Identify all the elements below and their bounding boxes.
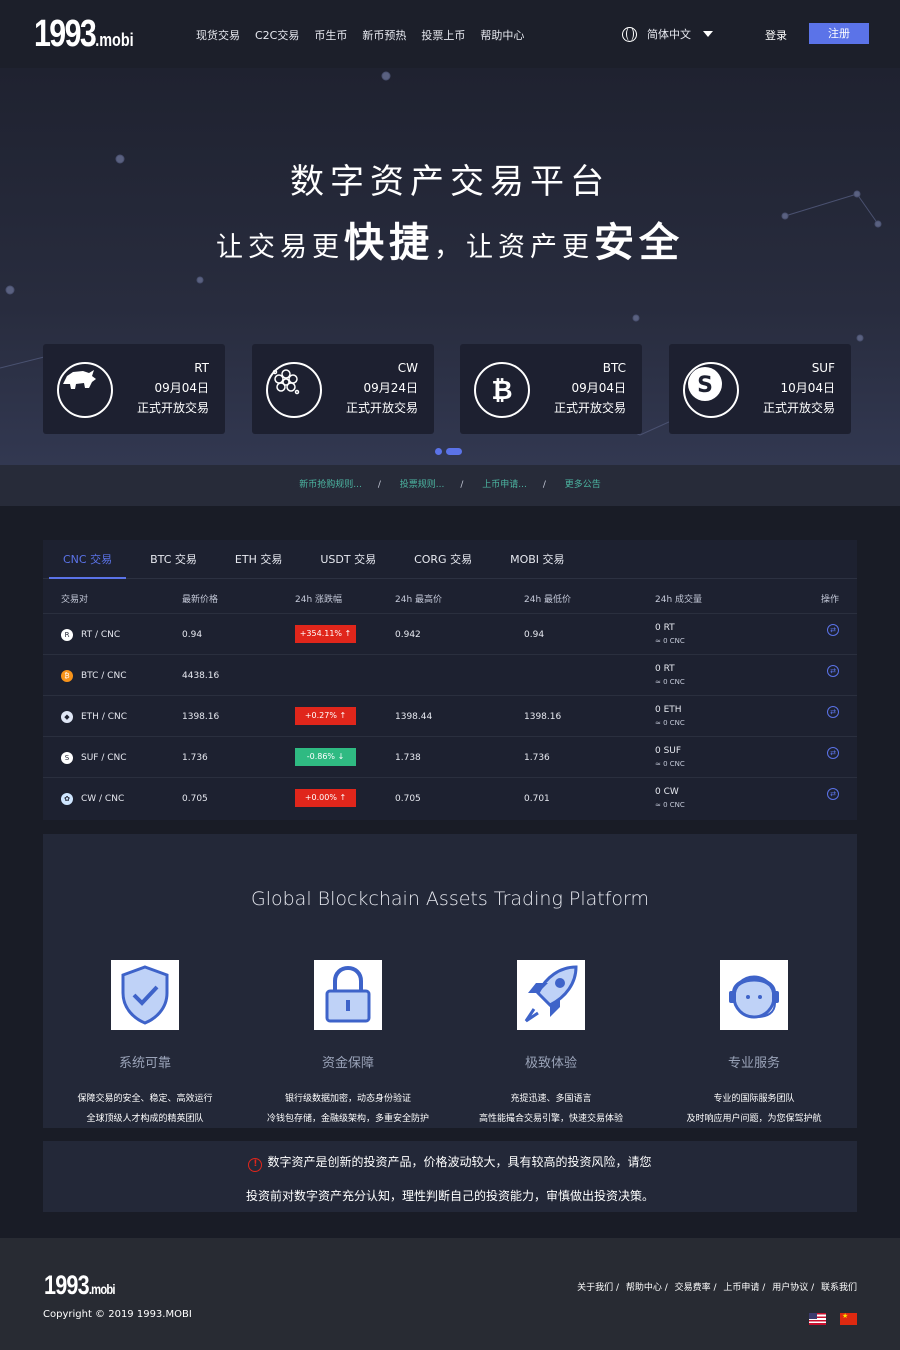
launch-card-suf[interactable]: S SUF 10月04日 正式开放交易 [669, 344, 851, 434]
footer-link-contact[interactable]: 联系我们 [821, 1283, 857, 1293]
features-title: Global Blockchain Assets Trading Platfor… [250, 888, 650, 910]
carousel-dot-1[interactable] [435, 448, 442, 455]
change-badge: +0.00% ↑ [295, 789, 356, 807]
site-logo[interactable]: 1993.mobi [34, 14, 134, 60]
risk-warning: ! 数字资产是创新的投资产品，价格波动较大，具有较高的投资风险，请您 投资前对数字… [43, 1141, 857, 1212]
table-row[interactable]: R RT / CNC 0.94 +354.11% ↑ 0.942 0.94 0 … [43, 614, 857, 655]
chevron-down-icon [703, 31, 713, 37]
main-nav: 现货交易 C2C交易 币生币 新币预热 投票上币 帮助中心 [196, 27, 539, 43]
announcement-bar: 新币抢购规则... / 投票规则... / 上币申请... / 更多公告 [0, 465, 900, 506]
footer-links: 关于我们 / 帮助中心 / 交易费率 / 上币申请 / 用户协议 / 联系我们 [577, 1283, 857, 1293]
announcement-vote-rules[interactable]: 投票规则... [400, 480, 445, 490]
footer-link-fees[interactable]: 交易费率 [675, 1283, 711, 1293]
change-badge: +354.11% ↑ [295, 625, 356, 643]
table-row[interactable]: ₿ BTC / CNC 4438.16 0 RT ≈ 0 CNC ⇄ [43, 655, 857, 696]
tab-eth[interactable]: ETH 交易 [221, 540, 296, 578]
footer-link-agreement[interactable]: 用户协议 [772, 1283, 808, 1293]
language-selector[interactable]: 简体中文 [622, 26, 713, 42]
nav-vote-listing[interactable]: 投票上币 [421, 27, 465, 43]
bitcoin-icon: ₿ [474, 362, 530, 418]
flower-icon [266, 362, 322, 418]
tab-usdt[interactable]: USDT 交易 [306, 540, 390, 578]
launch-card-btc[interactable]: ₿ BTC 09月04日 正式开放交易 [460, 344, 642, 434]
footer: 1993.mobi Copyright © 2019 1993.MOBI 关于我… [0, 1238, 900, 1350]
top-header: 1993.mobi 现货交易 C2C交易 币生币 新币预热 投票上币 帮助中心 … [0, 0, 900, 68]
carousel-dot-2[interactable] [446, 448, 462, 455]
footer-link-help[interactable]: 帮助中心 [626, 1283, 662, 1293]
market-table: CNC 交易 BTC 交易 ETH 交易 USDT 交易 CORG 交易 MOB… [43, 540, 857, 820]
us-flag-icon[interactable] [809, 1313, 826, 1325]
feature-experience: 极致体验 充提迅速、多国语言 高性能撮合交易引擎，快速交易体验 [451, 960, 651, 1129]
nav-help-center[interactable]: 帮助中心 [480, 27, 524, 43]
copyright: Copyright © 2019 1993.MOBI [43, 1309, 192, 1320]
login-link[interactable]: 登录 [765, 27, 787, 43]
language-flags [809, 1312, 857, 1325]
tab-mobi[interactable]: MOBI 交易 [496, 540, 578, 578]
market-tabs: CNC 交易 BTC 交易 ETH 交易 USDT 交易 CORG 交易 MOB… [43, 540, 857, 579]
footer-link-about[interactable]: 关于我们 [577, 1283, 613, 1293]
btc-coin-icon: ₿ [61, 670, 73, 682]
rhino-icon [57, 362, 113, 418]
nav-new-coin-preheat[interactable]: 新币预热 [362, 27, 406, 43]
register-button[interactable]: 注册 [809, 23, 869, 44]
cw-coin-icon: ✿ [61, 793, 73, 805]
trade-action-icon[interactable]: ⇄ [827, 706, 839, 718]
support-agent-icon [720, 960, 788, 1030]
eth-coin-icon: ◆ [61, 711, 73, 723]
footer-logo[interactable]: 1993.mobi [44, 1270, 116, 1301]
hero-slogan: 让交易更快捷，让资产更安全 [216, 220, 684, 266]
rt-coin-icon: R [61, 629, 73, 641]
announcement-new-coin-rules[interactable]: 新币抢购规则... [299, 480, 362, 490]
feature-funds: 资金保障 银行级数据加密，动态身份验证 冷钱包存储，金融级架构，多重安全防护 [248, 960, 448, 1129]
tab-btc[interactable]: BTC 交易 [136, 540, 211, 578]
trade-action-icon[interactable]: ⇄ [827, 788, 839, 800]
lock-icon [314, 960, 382, 1030]
rocket-icon [517, 960, 585, 1030]
announcement-listing-apply[interactable]: 上币申请... [482, 480, 527, 490]
nav-c2c-trading[interactable]: C2C交易 [255, 27, 299, 43]
table-header: 交易对 最新价格 24h 涨跌幅 24h 最高价 24h 最低价 24h 成交量… [43, 579, 857, 614]
suf-icon: S [683, 362, 739, 418]
trade-action-icon[interactable]: ⇄ [827, 665, 839, 677]
carousel-dots [435, 448, 462, 455]
announcement-more[interactable]: 更多公告 [565, 480, 601, 490]
trade-action-icon[interactable]: ⇄ [827, 624, 839, 636]
launch-cards: RT 09月04日 正式开放交易 CW 09月24日 正式开放交易 ₿ BTC 09月04… [43, 344, 857, 434]
nav-spot-trading[interactable]: 现货交易 [196, 27, 240, 43]
svg-text:S: S [697, 373, 713, 398]
suf-coin-icon: S [61, 752, 73, 764]
globe-icon [622, 26, 637, 42]
table-row[interactable]: ◆ ETH / CNC 1398.16 +0.27% ↑ 1398.44 139… [43, 696, 857, 737]
language-label: 简体中文 [647, 28, 691, 41]
nav-coin-earn[interactable]: 币生币 [314, 27, 347, 43]
launch-card-cw[interactable]: CW 09月24日 正式开放交易 [252, 344, 434, 434]
shield-check-icon [111, 960, 179, 1030]
hero-banner: 数字资产交易平台 让交易更快捷，让资产更安全 RT 09月04日 正式开放交易 CW… [0, 68, 900, 465]
footer-link-listing[interactable]: 上币申请 [723, 1283, 759, 1293]
hero-title: 数字资产交易平台 [290, 162, 610, 202]
feature-reliable: 系统可靠 保障交易的安全、稳定、高效运行 全球顶级人才构成的精英团队 [45, 960, 245, 1129]
tab-corg[interactable]: CORG 交易 [400, 540, 486, 578]
trade-action-icon[interactable]: ⇄ [827, 747, 839, 759]
cn-flag-icon[interactable] [840, 1312, 857, 1325]
alert-icon: ! [248, 1158, 263, 1172]
launch-card-rt[interactable]: RT 09月04日 正式开放交易 [43, 344, 225, 434]
change-badge: +0.27% ↑ [295, 707, 356, 725]
tab-cnc[interactable]: CNC 交易 [49, 540, 127, 579]
features-section: Global Blockchain Assets Trading Platfor… [43, 834, 857, 1128]
table-row[interactable]: S SUF / CNC 1.736 -0.86% ↓ 1.738 1.736 0… [43, 737, 857, 778]
table-row[interactable]: ✿ CW / CNC 0.705 +0.00% ↑ 0.705 0.701 0 … [43, 778, 857, 819]
change-badge: -0.86% ↓ [295, 748, 356, 766]
feature-service: 专业服务 专业的国际服务团队 及时响应用户问题，为您保驾护航 [654, 960, 854, 1129]
